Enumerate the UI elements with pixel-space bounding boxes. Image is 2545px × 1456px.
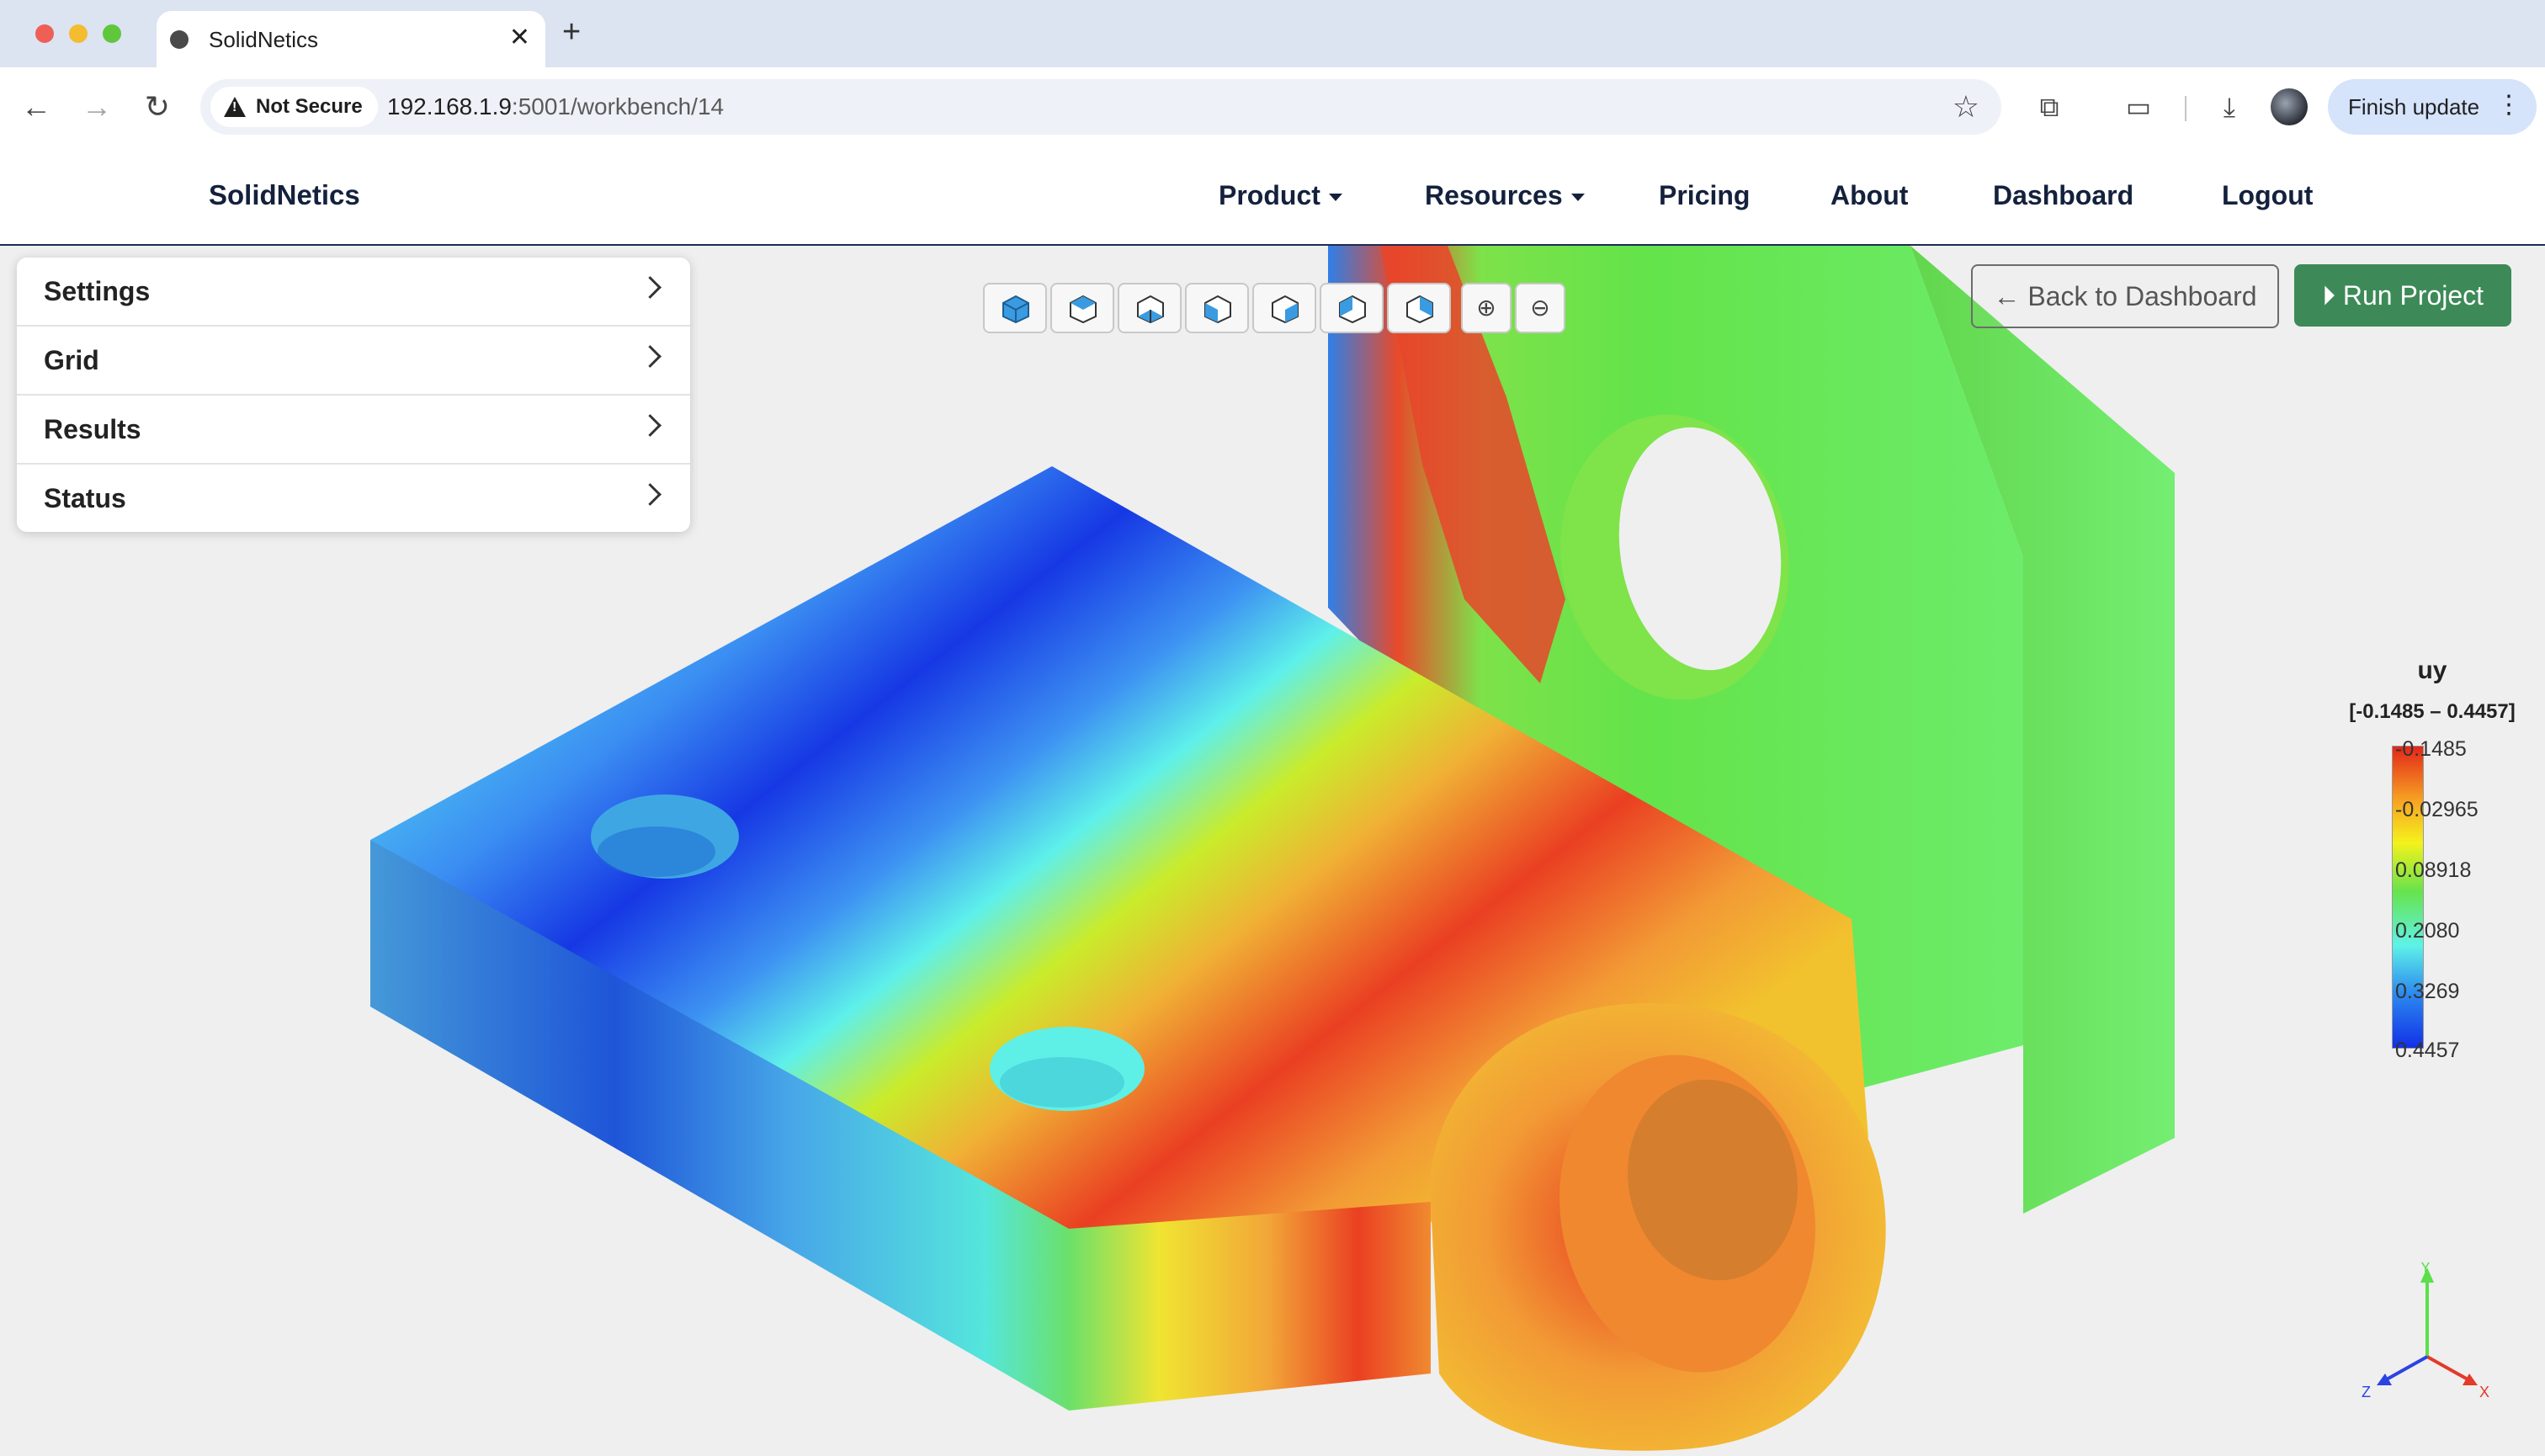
panel-item-grid[interactable]: Grid (17, 327, 690, 396)
play-circle-icon: ⏵ (2321, 280, 2343, 311)
caret-down-icon (1328, 194, 1342, 202)
tab-title: SolidNetics (209, 27, 319, 52)
url-host: 192.168.1.9 (387, 93, 512, 120)
nav-product[interactable]: Product (1219, 146, 1342, 244)
run-project-button[interactable]: ⏵ Run Project (2294, 264, 2511, 327)
nav-dashboard[interactable]: Dashboard (1993, 146, 2133, 244)
forward-arrow-icon[interactable]: → (76, 86, 118, 128)
globe-icon (170, 30, 189, 49)
panel-item-settings[interactable]: Settings (17, 258, 690, 327)
legend-tick: 0.08918 (2395, 858, 2472, 882)
download-icon[interactable]: ⤓ (2208, 86, 2250, 128)
address-bar[interactable]: Not Secure 192.168.1.9:5001/workbench/14… (200, 79, 2001, 135)
cube-right-icon (1272, 295, 1299, 323)
legend-tick: -0.02965 (2395, 798, 2479, 821)
browser-tab[interactable]: SolidNetics ✕ (157, 11, 545, 67)
x-axis-line (2426, 1355, 2470, 1382)
view-back-button[interactable] (1387, 283, 1451, 333)
back-arrow-icon: ← (1993, 281, 2028, 311)
url-path: :5001/workbench/14 (511, 93, 725, 120)
view-right-button[interactable] (1252, 283, 1316, 333)
z-axis-line (2384, 1355, 2428, 1382)
cube-back-icon (1406, 295, 1433, 323)
panel-item-status[interactable]: Status (17, 465, 690, 532)
nav-product-label: Product (1219, 180, 1320, 210)
bookmark-star-icon[interactable]: ☆ (1953, 87, 1979, 127)
legend-tick: -0.1485 (2395, 737, 2467, 761)
legend-range: [-0.1485 – 0.4457] (2349, 700, 2516, 723)
view-bottom-button[interactable] (1118, 283, 1182, 333)
axes-triad: Y X Z (2362, 1262, 2489, 1400)
new-tab-icon[interactable]: + (562, 13, 581, 50)
close-window-button[interactable] (35, 24, 54, 43)
x-axis-label: X (2479, 1384, 2489, 1400)
finish-update-button[interactable]: Finish update ⋮ (2328, 79, 2537, 135)
nav-resources-label: Resources (1425, 180, 1563, 210)
finish-update-label: Finish update (2348, 94, 2480, 120)
chevron-right-icon (639, 483, 661, 506)
profile-avatar[interactable] (2271, 88, 2308, 125)
z-axis-label: Z (2362, 1384, 2371, 1400)
panel-item-label: Settings (44, 276, 151, 306)
legend-tick: 0.2080 (2395, 919, 2460, 943)
side-panel: Settings Grid Results Status (17, 258, 690, 532)
close-tab-icon[interactable]: ✕ (509, 23, 530, 53)
caret-down-icon (1570, 194, 1585, 202)
back-to-dashboard-button[interactable]: ← Back to Dashboard (1971, 264, 2279, 328)
base-right-wall (1069, 1202, 1431, 1411)
legend-colorbar (2392, 746, 2424, 1049)
chevron-right-icon (639, 414, 661, 437)
nav-resources[interactable]: Resources (1425, 146, 1585, 244)
base-hole-left-inner (598, 826, 715, 877)
y-axis-label: Y (2420, 1262, 2431, 1276)
view-front-button[interactable] (1320, 283, 1384, 333)
more-vert-icon[interactable]: ⋮ (2496, 79, 2521, 131)
base-hole-right-inner (1000, 1057, 1124, 1108)
cube-top-icon (1070, 295, 1097, 323)
nav-logout[interactable]: Logout (2222, 146, 2313, 244)
cast-search-icon[interactable]: ▭ (2117, 86, 2160, 128)
maximize-window-button[interactable] (103, 24, 121, 43)
view-top-button[interactable] (1050, 283, 1114, 333)
cube-iso-icon (1002, 295, 1029, 323)
cube-bottom-icon (1137, 295, 1164, 323)
legend-title: uy (2417, 656, 2447, 684)
cube-front-icon (1339, 295, 1366, 323)
reload-icon[interactable]: ↻ (136, 86, 178, 128)
site-navbar: SolidNetics Product Resources Pricing Ab… (0, 146, 2545, 246)
panel-item-results[interactable]: Results (17, 396, 690, 465)
back-to-dashboard-label: Back to Dashboard (2027, 281, 2257, 311)
brand-logo-text[interactable]: SolidNetics (209, 146, 360, 244)
toolbar-divider (2185, 96, 2186, 121)
browser-toolbar: ← → ↻ Not Secure 192.168.1.9:5001/workbe… (0, 67, 2545, 147)
zoom-in-icon[interactable]: ⊕ (1461, 283, 1512, 333)
zoom-out-icon[interactable]: ⊖ (1515, 283, 1565, 333)
browser-tab-strip: SolidNetics ✕ + (0, 0, 2545, 67)
nav-about[interactable]: About (1830, 146, 1908, 244)
panel-item-label: Grid (44, 345, 99, 375)
panel-item-label: Results (44, 414, 141, 444)
view-left-button[interactable] (1185, 283, 1249, 333)
panel-item-label: Status (44, 483, 126, 513)
legend-tick: 0.3269 (2395, 980, 2460, 1003)
3d-viewport[interactable]: Settings Grid Results Status ⊕ ⊖ ← Back … (0, 246, 2545, 1456)
warning-icon (224, 97, 246, 117)
nav-pricing[interactable]: Pricing (1659, 146, 1750, 244)
security-label: Not Secure (256, 95, 363, 118)
back-arrow-icon[interactable]: ← (15, 86, 57, 128)
security-indicator[interactable]: Not Secure (210, 87, 378, 127)
legend-tick: 0.4457 (2395, 1039, 2460, 1062)
view-iso-button[interactable] (983, 283, 1047, 333)
cube-left-icon (1204, 295, 1231, 323)
chevron-right-icon (639, 345, 661, 368)
minimize-window-button[interactable] (69, 24, 88, 43)
chevron-right-icon (639, 276, 661, 299)
url-text[interactable]: 192.168.1.9:5001/workbench/14 (387, 79, 724, 135)
run-project-label: Run Project (2342, 280, 2484, 311)
extensions-icon[interactable]: ⧉ (2028, 86, 2070, 128)
